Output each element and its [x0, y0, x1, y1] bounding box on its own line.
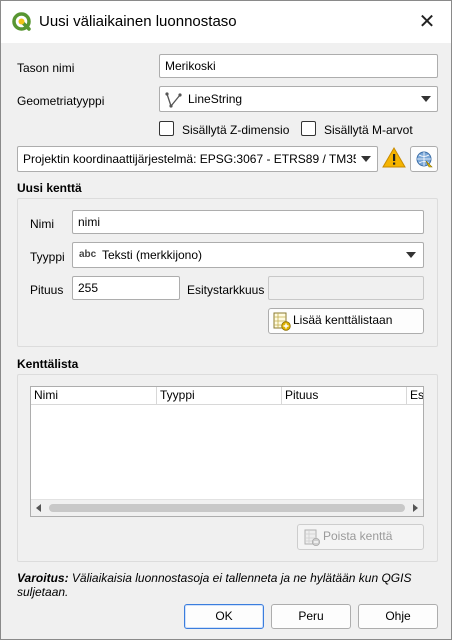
scroll-right-icon[interactable]: [413, 504, 418, 512]
add-to-fields-list-label: Lisää kenttälistaan: [293, 313, 393, 327]
geometry-type-label: Geometriatyyppi: [17, 94, 105, 108]
field-type-value: Teksti (merkkijono): [102, 248, 203, 262]
chevron-down-icon: [361, 156, 371, 162]
help-button[interactable]: Ohje: [358, 604, 438, 629]
column-header-name[interactable]: Nimi: [31, 387, 157, 405]
crs-selector-icon: [416, 151, 433, 168]
field-name-input[interactable]: nimi: [72, 210, 424, 234]
remove-field-label: Poista kenttä: [323, 529, 393, 543]
scroll-left-icon[interactable]: [36, 504, 41, 512]
column-header-length[interactable]: Pituus: [282, 387, 407, 405]
warning-message: Väliaikaisia luonnostasoja ei tallenneta…: [17, 571, 412, 599]
include-m-label: Sisällytä M-arvot: [324, 123, 413, 137]
include-z-label: Sisällytä Z-dimensio: [182, 123, 290, 137]
warning-prefix: Varoitus:: [17, 571, 69, 585]
layer-name-label: Tason nimi: [17, 61, 75, 75]
field-length-input[interactable]: 255: [72, 276, 180, 300]
qgis-logo-icon: [12, 12, 31, 31]
add-to-fields-list-button[interactable]: Lisää kenttälistaan: [268, 308, 424, 334]
new-field-section-title: Uusi kenttä: [17, 181, 82, 195]
remove-field-button[interactable]: Poista kenttä: [297, 524, 424, 550]
fields-list-section-title: Kenttälista: [17, 357, 79, 371]
column-header-precision[interactable]: Esi: [407, 387, 423, 405]
warning-icon: [382, 147, 406, 168]
scrollbar-thumb[interactable]: [49, 504, 405, 512]
scratch-layer-warning: Varoitus: Väliaikaisia luonnostasoja ei …: [17, 571, 437, 599]
field-type-label: Tyyppi: [30, 250, 65, 264]
chevron-down-icon: [421, 96, 431, 102]
geometry-type-value: LineString: [188, 92, 243, 106]
geometry-type-select[interactable]: LineString: [159, 86, 438, 112]
crs-value: Projektin koordinaattijärjestelmä: EPSG:…: [23, 152, 356, 166]
field-length-label: Pituus: [30, 283, 64, 297]
add-field-icon: [273, 312, 291, 331]
linestring-icon: [165, 92, 182, 108]
column-header-type[interactable]: Tyyppi: [157, 387, 282, 405]
field-precision-input[interactable]: [268, 276, 424, 300]
crs-select[interactable]: Projektin koordinaattijärjestelmä: EPSG:…: [17, 146, 378, 172]
field-precision-label: Esitystarkkuus: [187, 283, 265, 297]
close-button[interactable]: ✕: [413, 9, 441, 35]
layer-name-input[interactable]: Merikoski: [159, 54, 438, 78]
text-type-icon: abc: [79, 249, 97, 260]
chevron-down-icon: [406, 252, 416, 258]
horizontal-scrollbar[interactable]: [31, 499, 423, 516]
field-name-label: Nimi: [30, 217, 54, 231]
include-m-checkbox[interactable]: [301, 121, 316, 136]
title-bar: Uusi väliaikainen luonnostaso ✕: [1, 1, 451, 43]
remove-field-icon: [304, 529, 320, 546]
ok-button[interactable]: OK: [184, 604, 264, 629]
include-z-checkbox[interactable]: [159, 121, 174, 136]
field-type-select[interactable]: abc Teksti (merkkijono): [72, 242, 424, 268]
new-scratch-layer-dialog: Uusi väliaikainen luonnostaso ✕ Tason ni…: [0, 0, 452, 640]
window-title: Uusi väliaikainen luonnostaso: [39, 13, 237, 30]
cancel-button[interactable]: Peru: [271, 604, 351, 629]
close-icon: ✕: [418, 11, 436, 33]
fields-table[interactable]: Nimi Tyyppi Pituus Esi: [30, 386, 424, 517]
crs-selector-button[interactable]: [410, 146, 438, 172]
